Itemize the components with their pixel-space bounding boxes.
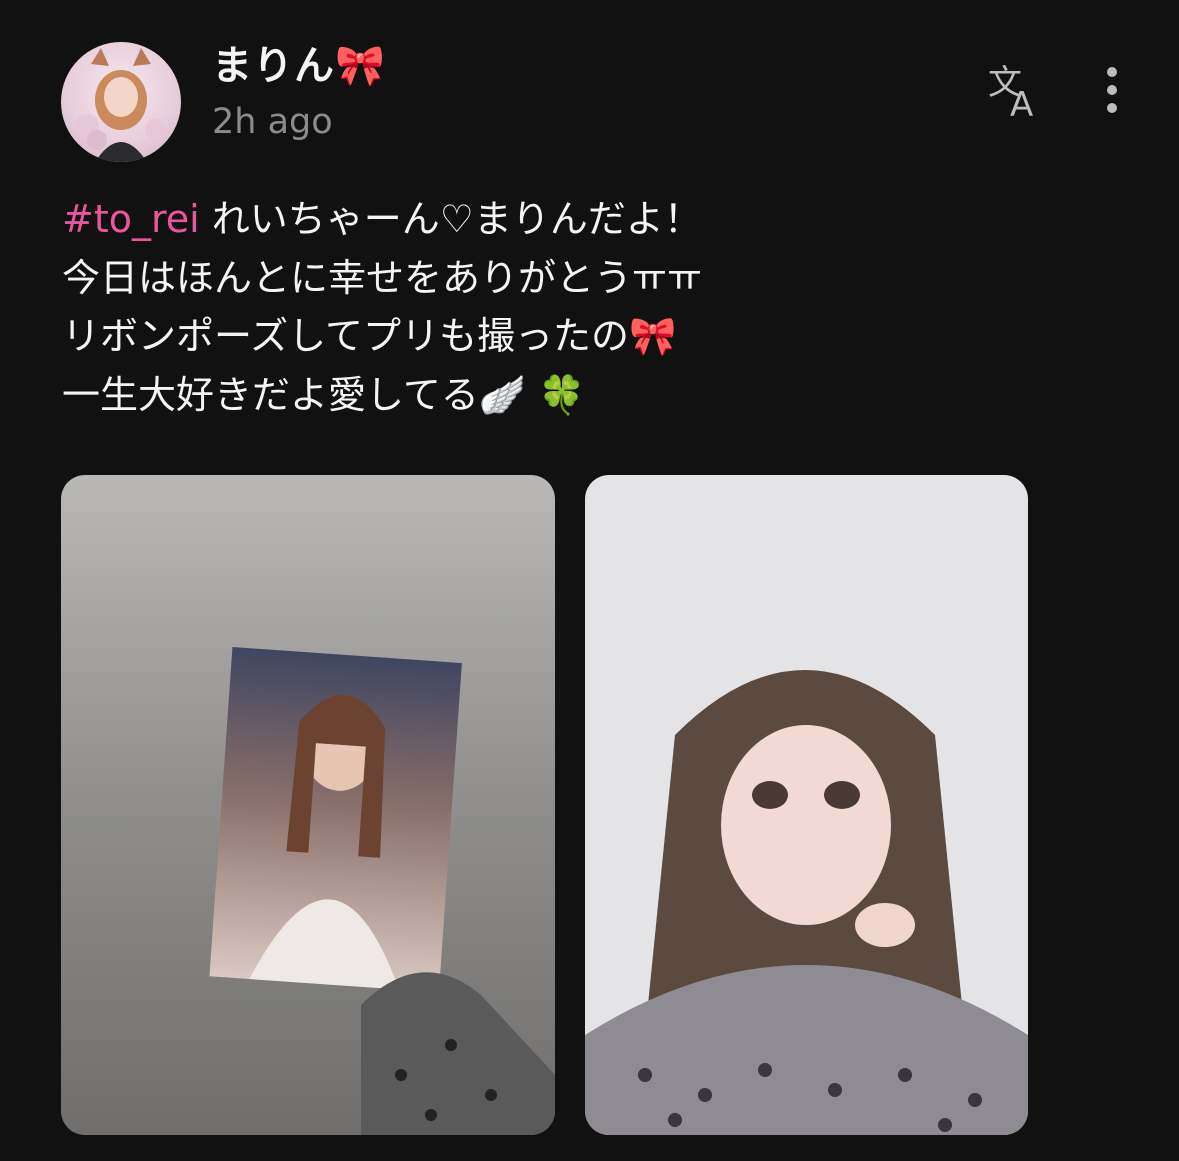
author-avatar[interactable] bbox=[61, 42, 181, 162]
more-vertical-icon bbox=[1107, 67, 1117, 113]
post-photo-2[interactable] bbox=[585, 475, 1028, 1135]
post-line-4: 一生大好きだよ愛してる🪽 🍀 bbox=[62, 372, 586, 417]
post-text: れいちゃーん♡まりんだよ！ bbox=[199, 197, 702, 241]
post-timestamp: 2h ago bbox=[212, 102, 333, 142]
hashtag-link[interactable]: #to_rei bbox=[62, 197, 200, 241]
post-line-3: リボンポーズしてプリも撮ったの🎀 bbox=[62, 314, 677, 358]
translate-icon: 文 A bbox=[988, 63, 1033, 125]
post-line-2: 今日はほんとに幸せをありがとうㅠㅠ bbox=[62, 255, 702, 300]
post-card: まりん🎀 2h ago 文 A #to_rei れいちゃーん♡まりんだよ！ 今日… bbox=[0, 0, 1179, 1161]
post-body: #to_rei れいちゃーん♡まりんだよ！ 今日はほんとに幸せをありがとうㅠㅠ … bbox=[62, 190, 1122, 424]
post-photo-1[interactable] bbox=[61, 475, 555, 1135]
post-line-1: #to_rei れいちゃーん♡まりんだよ！ bbox=[62, 190, 1122, 249]
translate-button[interactable]: 文 A bbox=[980, 58, 1050, 125]
svg-text:A: A bbox=[1010, 85, 1033, 122]
more-options-button[interactable] bbox=[1092, 62, 1132, 122]
author-name[interactable]: まりん🎀 bbox=[212, 40, 386, 92]
